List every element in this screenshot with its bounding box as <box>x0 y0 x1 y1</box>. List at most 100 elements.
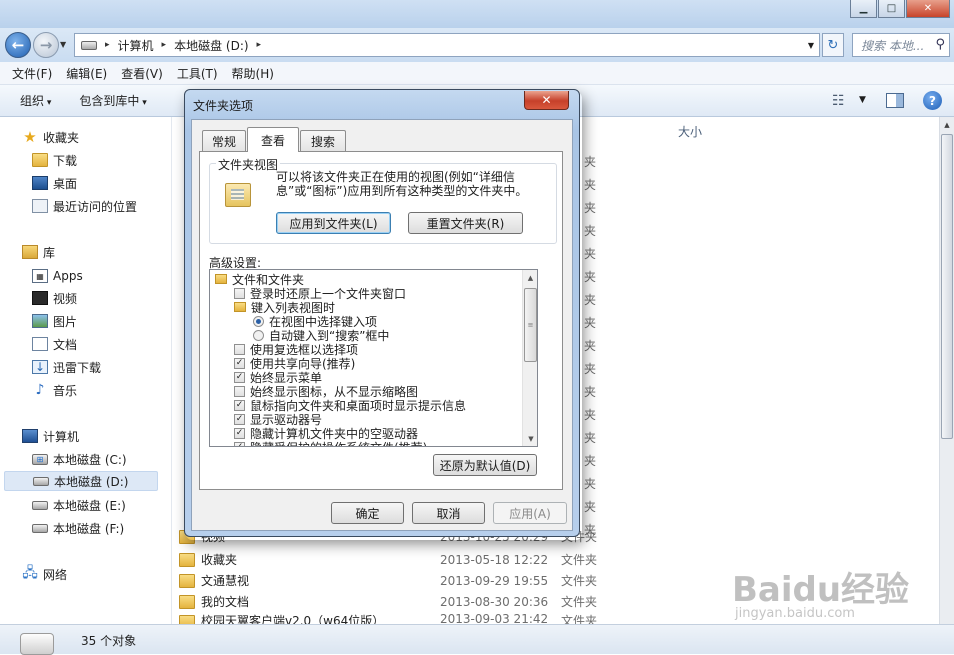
folder-icon <box>215 274 227 284</box>
view-options-dropdown[interactable]: ▼ <box>859 95 866 105</box>
folder-icon <box>179 594 195 609</box>
chevron-right-icon[interactable]: ▸ <box>105 40 110 50</box>
radio-button[interactable] <box>253 329 264 341</box>
windows-drive-icon: ⊞ <box>32 453 48 465</box>
navigation-pane: ★ 收藏夹 下载 桌面 最近访问的位置 库 ▦ Apps 视频 图片 文档 ↓ 迅雷下… <box>0 117 172 624</box>
content-scrollbar[interactable]: ▲ <box>939 117 954 624</box>
scroll-down-icon[interactable]: ▼ <box>523 431 537 446</box>
cancel-button[interactable]: 取消 <box>412 502 485 524</box>
menu-tools[interactable]: 工具(T) <box>177 65 218 82</box>
advanced-settings-scrollbar[interactable]: ▲ ≡ ▼ <box>522 270 537 446</box>
radio-button[interactable] <box>253 315 264 327</box>
file-date: 2013-09-29 19:55 <box>440 573 549 588</box>
chevron-right-icon[interactable]: ▸ <box>162 40 167 50</box>
address-field[interactable]: ▸ 计算机 ▸ 本地磁盘 (D:) ▸ ▼ <box>74 33 820 57</box>
refresh-button[interactable]: ↻ <box>822 33 844 57</box>
file-row[interactable]: 收藏夹 2013-05-18 12:22 文件夹 <box>179 549 619 570</box>
nav-label: 桌面 <box>53 176 78 191</box>
scroll-up-icon[interactable]: ▲ <box>523 270 537 285</box>
file-row[interactable]: 校园天翼客户端v2.0（w64位版） 2013-09-03 21:42 文件夹 <box>179 612 619 624</box>
search-icon[interactable]: ⚲ <box>935 37 945 52</box>
nav-label: 库 <box>43 245 56 260</box>
search-placeholder: 搜索 本地... <box>861 38 925 53</box>
nav-libraries[interactable]: 库 <box>22 242 55 262</box>
dialog-close-button[interactable]: ✕ <box>524 91 569 110</box>
watermark-logo: Baidu经验 <box>732 570 910 610</box>
file-type: 文件夹 <box>561 574 598 588</box>
checkbox[interactable] <box>234 287 245 299</box>
checkbox[interactable]: ✓ <box>234 413 245 425</box>
nav-recent[interactable]: 最近访问的位置 <box>32 196 137 216</box>
help-icon[interactable]: ? <box>923 91 942 110</box>
file-row[interactable]: 文通慧视 2013-09-29 19:55 文件夹 <box>179 570 619 591</box>
close-button[interactable]: ✕ <box>906 0 950 18</box>
tab-view[interactable]: 查看 <box>247 127 299 152</box>
nav-desktop[interactable]: 桌面 <box>32 173 77 193</box>
nav-videos[interactable]: 视频 <box>32 288 77 308</box>
thunder-download-icon: ↓ <box>32 360 48 374</box>
recent-pages-dropdown[interactable]: ▼ <box>60 40 66 49</box>
nav-thunder-downloads[interactable]: ↓ 迅雷下载 <box>32 357 101 377</box>
checkbox[interactable] <box>234 343 245 355</box>
scroll-up-icon[interactable]: ▲ <box>940 117 954 132</box>
nav-drive-f[interactable]: 本地磁盘 (F:) <box>32 518 124 538</box>
file-type-cell: 夹 <box>584 477 597 491</box>
nav-network[interactable]: 🖧 网络 <box>22 564 67 584</box>
nav-music[interactable]: ♪ 音乐 <box>32 380 77 400</box>
forward-button[interactable]: → <box>33 32 59 58</box>
nav-drive-e[interactable]: 本地磁盘 (E:) <box>32 495 126 515</box>
documents-icon <box>32 337 48 351</box>
nav-drive-d[interactable]: 本地磁盘 (D:) <box>4 471 158 491</box>
restore-defaults-button[interactable]: 还原为默认值(D) <box>433 454 537 476</box>
item-count: 35 个对象 <box>81 634 137 648</box>
scroll-thumb[interactable]: ≡ <box>524 288 537 362</box>
file-type-cell: 夹 <box>584 454 597 468</box>
scroll-thumb[interactable] <box>941 134 953 439</box>
advanced-settings-list[interactable]: 文件和文件夹 登录时还原上一个文件夹窗口 键入列表视图时 在视图中选择键入项 自… <box>209 269 538 447</box>
nav-documents[interactable]: 文档 <box>32 334 77 354</box>
checkbox[interactable]: ✓ <box>234 441 245 446</box>
nav-pictures[interactable]: 图片 <box>32 311 77 331</box>
breadcrumb-drive-d[interactable]: 本地磁盘 (D:) <box>174 37 248 54</box>
nav-computer[interactable]: 计算机 <box>22 426 79 446</box>
checkbox[interactable] <box>234 385 245 397</box>
organize-button[interactable]: 组织 <box>20 92 51 109</box>
minimize-button[interactable]: ▁ <box>850 0 877 18</box>
menu-file[interactable]: 文件(F) <box>12 65 52 82</box>
tab-general[interactable]: 常规 <box>202 130 246 151</box>
checkbox[interactable]: ✓ <box>234 427 245 439</box>
address-history-dropdown[interactable]: ▼ <box>808 41 814 50</box>
menu-bar: 文件(F) 编辑(E) 查看(V) 工具(T) 帮助(H) <box>0 62 954 85</box>
menu-edit[interactable]: 编辑(E) <box>66 65 107 82</box>
view-details-icon[interactable]: ☷ <box>832 93 845 109</box>
nav-favorites[interactable]: ★ 收藏夹 <box>22 127 79 147</box>
breadcrumb-computer[interactable]: 计算机 <box>118 37 154 54</box>
arrow-right-icon: → <box>39 36 53 54</box>
nav-drive-c[interactable]: ⊞ 本地磁盘 (C:) <box>32 449 127 469</box>
nav-downloads[interactable]: 下载 <box>32 150 77 170</box>
nav-label: 迅雷下载 <box>53 360 102 375</box>
file-row[interactable]: 我的文档 2013-08-30 20:36 文件夹 <box>179 591 619 612</box>
file-type-cell: 夹 <box>584 500 597 514</box>
maximize-button[interactable]: □ <box>878 0 905 18</box>
include-in-library-button[interactable]: 包含到库中 <box>79 92 146 109</box>
nav-apps[interactable]: ▦ Apps <box>32 266 83 286</box>
back-button[interactable]: ← <box>5 32 31 58</box>
search-input[interactable]: 搜索 本地... ⚲ <box>852 33 950 57</box>
checkbox[interactable]: ✓ <box>234 399 245 411</box>
menu-view[interactable]: 查看(V) <box>121 65 163 82</box>
tab-search[interactable]: 搜索 <box>300 130 346 151</box>
address-bar: ← → ▼ ▸ 计算机 ▸ 本地磁盘 (D:) ▸ ▼ ↻ 搜索 本地... ⚲ <box>0 28 954 62</box>
chevron-right-icon[interactable]: ▸ <box>257 40 262 50</box>
apply-to-folders-button[interactable]: 应用到文件夹(L) <box>276 212 391 234</box>
column-header-size[interactable]: 大小 <box>678 123 702 140</box>
apply-button[interactable]: 应用(A) <box>493 502 567 524</box>
ok-button[interactable]: 确定 <box>331 502 404 524</box>
menu-help[interactable]: 帮助(H) <box>232 65 274 82</box>
reset-folders-button[interactable]: 重置文件夹(R) <box>408 212 523 234</box>
preview-pane-icon[interactable] <box>886 93 904 108</box>
checkbox[interactable]: ✓ <box>234 371 245 383</box>
desktop-icon <box>32 176 48 190</box>
option-hide-protected-files[interactable]: ✓ 隐藏受保护的操作系统文件(推荐) <box>234 440 427 446</box>
checkbox[interactable]: ✓ <box>234 357 245 369</box>
